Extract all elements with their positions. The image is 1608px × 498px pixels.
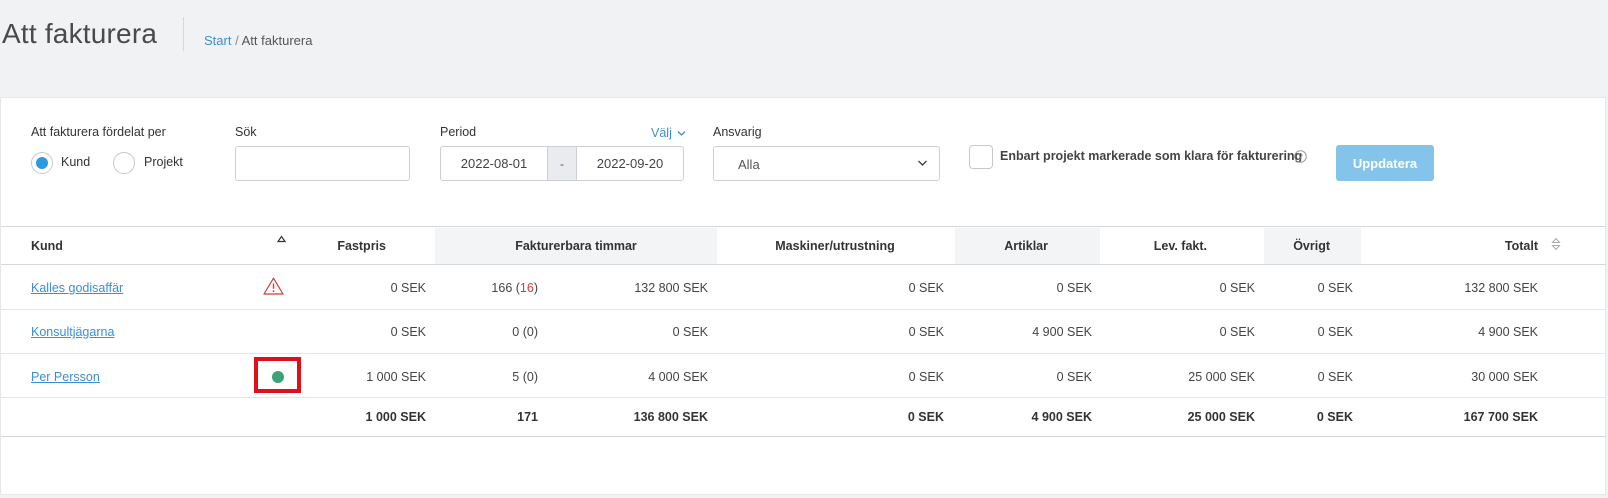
total-supplier-invoices: 25 000 SEK (1187, 410, 1255, 424)
row-divider (1, 353, 1606, 354)
header-supplier-invoices[interactable]: Lev. fakt. (1130, 228, 1207, 264)
radio-customer-label[interactable]: Kund (61, 155, 90, 169)
breadcrumb-current: Att fakturera (241, 33, 313, 48)
radio-project-label[interactable]: Projekt (144, 155, 183, 169)
radio-customer[interactable] (31, 152, 53, 174)
hours-amount-cell: 4 000 SEK (648, 370, 708, 384)
total-fixed-price: 1 000 SEK (365, 410, 426, 424)
other-cell: 0 SEK (1317, 370, 1353, 384)
fixed-price-cell: 0 SEK (390, 281, 426, 295)
table-top-border (1, 226, 1606, 227)
machines-cell: 0 SEK (908, 370, 944, 384)
warning-icon (263, 277, 284, 295)
chevron-down-icon (677, 131, 686, 136)
other-cell: 0 SEK (1317, 325, 1353, 339)
machines-cell: 0 SEK (908, 281, 944, 295)
period-choose-link[interactable]: Välj (651, 126, 686, 140)
responsible-select-value: Alla (738, 157, 760, 172)
only-ready-checkbox[interactable] (969, 145, 993, 169)
table-bottom-border (1, 436, 1606, 437)
sort-ascending-icon[interactable] (277, 235, 286, 243)
customer-link[interactable]: Kalles godisaffär (31, 281, 123, 295)
period-separator: - (548, 146, 576, 181)
sort-both-icon[interactable] (1551, 237, 1561, 251)
articles-cell: 0 SEK (1056, 281, 1092, 295)
header-machines[interactable]: Maskiner/utrustning (760, 228, 910, 264)
row-divider (1, 309, 1606, 310)
header-customer[interactable]: Kund (31, 228, 63, 264)
radio-project[interactable] (113, 152, 135, 174)
hours-value: 0 (512, 325, 520, 339)
hours-amount-cell: 132 800 SEK (634, 281, 708, 295)
machines-cell: 0 SEK (908, 325, 944, 339)
total-cell: 4 900 SEK (1478, 325, 1538, 339)
green-status-dot-icon (272, 371, 284, 383)
total-other: 0 SEK (1316, 410, 1353, 424)
breadcrumb: Start / Att fakturera (204, 33, 312, 48)
responsible-label: Ansvarig (713, 125, 762, 139)
total-hours-amount: 136 800 SEK (633, 410, 708, 424)
fixed-price-cell: 1 000 SEK (366, 370, 426, 384)
responsible-select[interactable]: Alla (713, 146, 940, 181)
header-fixed-price[interactable]: Fastpris (330, 228, 386, 264)
search-input[interactable] (235, 146, 410, 181)
table-header-bottom-border (1, 264, 1606, 265)
hours-cell: 0 (0) (512, 325, 538, 339)
articles-cell: 4 900 SEK (1032, 325, 1092, 339)
hours-amount-cell: 0 SEK (672, 325, 708, 339)
header-articles[interactable]: Artiklar (955, 228, 1100, 264)
search-label: Sök (235, 125, 257, 139)
customer-link[interactable]: Konsultjägarna (31, 325, 114, 339)
header-total[interactable]: Totalt (1470, 228, 1538, 264)
total-articles: 4 900 SEK (1031, 410, 1092, 424)
hours-cell: 5 (0) (512, 370, 538, 384)
period-from-input[interactable]: 2022-08-01 (440, 146, 548, 181)
supplier-invoices-cell: 0 SEK (1219, 281, 1255, 295)
period-label: Period (440, 125, 477, 139)
customer-link[interactable]: Per Persson (31, 370, 100, 384)
breadcrumb-separator: / (235, 33, 239, 48)
total-cell: 132 800 SEK (1464, 281, 1538, 295)
total-cell: 30 000 SEK (1471, 370, 1538, 384)
period-to-input[interactable]: 2022-09-20 (576, 146, 684, 181)
grand-total: 167 700 SEK (1463, 410, 1538, 424)
supplier-invoices-cell: 0 SEK (1219, 325, 1255, 339)
hours-extra-value: 16 (519, 281, 534, 295)
hours-value: 5 (512, 370, 520, 384)
help-icon[interactable]: ? (1294, 150, 1307, 163)
row-divider (1, 397, 1606, 398)
chevron-down-icon (918, 160, 927, 166)
header-other[interactable]: Övrigt (1264, 228, 1361, 264)
total-machines: 0 SEK (907, 410, 944, 424)
breadcrumb-home-link[interactable]: Start (204, 33, 231, 48)
supplier-invoices-cell: 25 000 SEK (1188, 370, 1255, 384)
header-billable-hours[interactable]: Fakturerbara timmar (435, 228, 717, 264)
hours-cell: 166 (16) (491, 281, 538, 295)
hours-extra-value: 0 (526, 370, 534, 384)
title-divider (183, 17, 184, 51)
distribution-label: Att fakturera fördelat per (31, 125, 166, 139)
update-button[interactable]: Uppdatera (1336, 145, 1434, 181)
articles-cell: 0 SEK (1056, 370, 1092, 384)
hours-value: 166 (491, 281, 513, 295)
fixed-price-cell: 0 SEK (390, 325, 426, 339)
svg-text:?: ? (1298, 152, 1303, 162)
only-ready-label[interactable]: Enbart projekt markerade som klara för f… (1000, 149, 1302, 163)
other-cell: 0 SEK (1317, 281, 1353, 295)
total-hours: 171 (517, 410, 538, 424)
period-choose-label: Välj (651, 126, 672, 140)
hours-extra-value: 0 (526, 325, 534, 339)
page-header: Att fakturera Start / Att fakturera (0, 0, 1608, 95)
page-title: Att fakturera (2, 18, 158, 49)
